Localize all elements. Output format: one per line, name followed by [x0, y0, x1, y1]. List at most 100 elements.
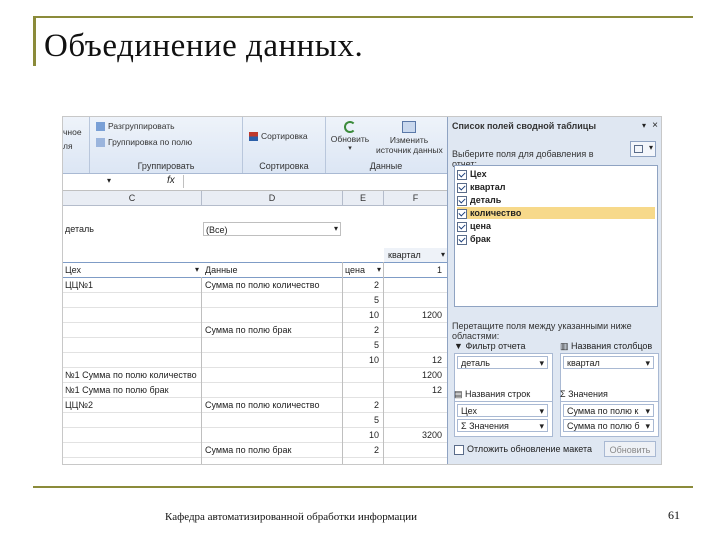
filter-icon: ▼: [454, 341, 463, 351]
ungroup-label: Разгруппировать: [108, 121, 175, 131]
formula-input[interactable]: [183, 175, 446, 188]
pivot-cell-value: [384, 278, 442, 292]
field-checkbox[interactable]: [457, 195, 467, 206]
zone-row-labels-label: Названия строк: [465, 389, 531, 399]
defer-update-checkbox[interactable]: [454, 444, 464, 455]
field-checkbox[interactable]: [457, 234, 467, 245]
field-item[interactable]: деталь: [457, 194, 655, 206]
col-field-dropdown[interactable]: квартал ▾: [384, 248, 447, 262]
row-field-dropdown-icon: ▾: [194, 265, 199, 274]
columns-icon: ▥: [560, 341, 569, 351]
name-box-dropdown-icon[interactable]: ▾: [107, 176, 111, 185]
pivot-cell-price: [343, 383, 379, 397]
value-item-2-chip[interactable]: Сумма по полю б ▾: [563, 419, 654, 432]
filter-field-label: деталь: [65, 224, 94, 234]
price-field-dropdown[interactable]: цена ▾: [343, 263, 383, 277]
pane-dropdown-icon[interactable]: ▾: [642, 121, 646, 130]
column-header-f[interactable]: F: [384, 191, 447, 205]
filter-value: (Все): [206, 225, 228, 235]
slide-title: Объединение данных.: [44, 28, 364, 64]
field-list: Цех квартал деталь количество цена брак: [454, 165, 658, 307]
pivot-cell-data-label: [205, 338, 339, 352]
sigma-icon: Σ: [560, 389, 566, 399]
pivot-field-list-pane: Список полей сводной таблицы ▾ × Выберит…: [447, 117, 661, 464]
ribbon: чное ля Разгруппировать Группировка по п…: [63, 117, 447, 174]
pivot-cell-value: 1200: [421, 370, 442, 380]
refresh-icon: [344, 121, 356, 133]
close-icon[interactable]: ×: [652, 120, 658, 131]
row-chip-1-dropdown-icon: ▾: [539, 406, 544, 416]
field-item[interactable]: Цех: [457, 168, 655, 180]
value-item-1-label: Сумма по полю к: [567, 406, 639, 416]
update-button[interactable]: Обновить: [604, 441, 656, 457]
excel-screenshot: чное ля Разгруппировать Группировка по п…: [62, 116, 662, 465]
pivot-cell-value: [384, 398, 442, 412]
field-item[interactable]: брак: [457, 233, 655, 245]
zone-values[interactable]: Сумма по полю к ▾ Сумма по полю б ▾: [560, 401, 659, 437]
field-checkbox[interactable]: [457, 182, 467, 193]
field-item[interactable]: цена: [457, 220, 655, 232]
pivot-cell-data-label: Сумма по полю количество: [205, 400, 320, 410]
field-label: цена: [470, 221, 491, 231]
pivot-cell-price: 2: [373, 280, 379, 290]
zone-column-labels-header: ▥ Названия столбцов: [560, 341, 652, 352]
field-checkbox[interactable]: [457, 221, 467, 232]
group-by-field-button[interactable]: Группировка по полю: [96, 137, 192, 148]
pivot-cell-data-label: [205, 368, 339, 382]
pivot-cell-value: 12: [431, 385, 442, 395]
field-checkbox[interactable]: [457, 208, 467, 219]
ungroup-button[interactable]: Разгруппировать: [96, 121, 175, 132]
row-item-1-chip[interactable]: Цех ▾: [457, 404, 548, 417]
change-source-button[interactable]: Изменить источник данных: [376, 121, 443, 155]
row-item-2-chip[interactable]: Σ Значения ▾: [457, 419, 548, 432]
zone-values-header: Σ Значения: [560, 389, 608, 399]
column-header-c[interactable]: C: [63, 191, 202, 205]
pivot-cell-price: 10: [368, 310, 379, 320]
field-checkbox[interactable]: [457, 169, 467, 180]
zone-row-labels[interactable]: Цех ▾ Σ Значения ▾: [454, 401, 553, 437]
pivot-cell-price: 5: [373, 295, 379, 305]
change-source-line1: Изменить: [389, 135, 429, 145]
ribbon-group-grouping: Разгруппировать Группировка по полю Груп…: [90, 117, 243, 173]
price-caption: цена: [345, 265, 366, 275]
pivot-cell-value: [384, 413, 442, 427]
value-chip-1-dropdown-icon: ▾: [645, 406, 650, 416]
fx-icon[interactable]: fx: [167, 175, 175, 186]
column-header-e[interactable]: E: [343, 191, 384, 205]
pivot-cell-data-label: Сумма по полю брак: [205, 325, 292, 335]
field-item[interactable]: количество: [457, 207, 655, 219]
drag-fields-prompt: Перетащите поля между указанными ниже об…: [452, 321, 632, 341]
slide-footer-rule: [33, 486, 693, 488]
column-header-d[interactable]: D: [202, 191, 343, 205]
filter-value-dropdown[interactable]: (Все) ▾: [203, 222, 341, 236]
refresh-button[interactable]: Обновить ▾: [330, 121, 370, 152]
layout-menu-button[interactable]: ▾: [630, 141, 656, 157]
field-item[interactable]: квартал: [457, 181, 655, 193]
value-item-1-chip[interactable]: Сумма по полю к ▾: [563, 404, 654, 417]
row-field-dropdown[interactable]: Цех ▾: [63, 263, 201, 277]
zone-report-filter-label: Фильтр отчета: [465, 341, 526, 351]
update-button-label: Обновить: [609, 445, 651, 455]
grid-vline-1: [201, 277, 202, 464]
rows-icon: ▤: [454, 389, 463, 399]
group-name-grouping: Группировать: [137, 161, 195, 171]
ungroup-icon: [96, 122, 105, 132]
field-label: деталь: [470, 195, 502, 205]
sort-button[interactable]: Сортировка: [249, 131, 308, 142]
zone-values-label: Значения: [568, 389, 608, 399]
slide-footer: Кафедра автоматизированной обработки инф…: [165, 511, 418, 523]
pivot-cell-price: 5: [373, 415, 379, 425]
column-item-chip[interactable]: квартал ▾: [563, 356, 654, 369]
pivot-cell-value: 12: [431, 355, 442, 365]
filter-item-chip[interactable]: деталь ▾: [457, 356, 548, 369]
column-headers: C D E F: [63, 191, 447, 206]
slide-frame-top: [33, 16, 693, 18]
refresh-dropdown-icon: ▾: [348, 145, 352, 152]
filter-chip-dropdown-icon: ▾: [539, 358, 544, 368]
pivot-cell-price: 10: [368, 430, 379, 440]
pivot-cell-data-label: [205, 383, 339, 397]
price-dropdown-icon: ▾: [376, 265, 381, 274]
pivot-cell-value: 3200: [421, 430, 442, 440]
column-item-label: квартал: [567, 358, 600, 368]
column-chip-dropdown-icon: ▾: [645, 358, 650, 368]
